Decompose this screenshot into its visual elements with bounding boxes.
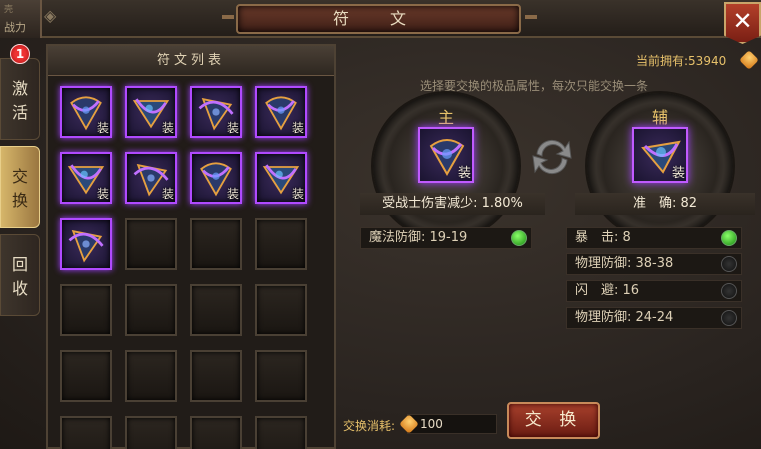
- rune-slot-empty[interactable]: [60, 284, 112, 336]
- equip-tag: 装: [457, 166, 471, 181]
- rune-slot-empty[interactable]: [255, 350, 307, 402]
- equip-tag: 装: [161, 121, 174, 135]
- rune-slot-filled[interactable]: 装: [125, 152, 177, 204]
- equip-tag: 装: [96, 121, 109, 135]
- rune-slot-filled[interactable]: 装: [60, 86, 112, 138]
- title-ornament-right: [525, 15, 537, 19]
- title-plate: 符 文: [236, 4, 521, 34]
- equip-tag: 装: [291, 187, 304, 201]
- tab-label: 战力: [4, 21, 26, 34]
- rune-window: 壳 战力 ◈ 符 文 ✕ 激活 1 交换 回收 符文列表 装装装装装装装装 当前…: [0, 0, 761, 449]
- rune-slot-empty[interactable]: [60, 350, 112, 402]
- main-attr-text: 魔法防御: 19-19: [369, 230, 468, 245]
- tab-recycle-label: 回收: [11, 255, 28, 298]
- equip-tag: 装: [226, 121, 239, 135]
- main-attr-radio[interactable]: [511, 230, 527, 246]
- exchange-button[interactable]: 交 换: [507, 402, 600, 439]
- notification-badge: 1: [10, 44, 30, 64]
- rune-slot-empty[interactable]: [190, 416, 242, 449]
- rune-slot-filled[interactable]: 装: [60, 152, 112, 204]
- rune-slot-empty[interactable]: [190, 350, 242, 402]
- rune-slot-filled[interactable]: 装: [190, 152, 242, 204]
- equip-tag: 装: [96, 187, 109, 201]
- equip-tag: 装: [226, 187, 239, 201]
- rune-slot-empty[interactable]: [60, 416, 112, 449]
- cost-value: 100: [407, 414, 497, 434]
- rune-slot-empty[interactable]: [125, 218, 177, 270]
- combat-power-tab[interactable]: 壳 战力: [0, 0, 42, 38]
- secondary-rune-slot[interactable]: 装: [632, 127, 688, 183]
- secondary-attr-radio[interactable]: [721, 230, 737, 246]
- owned-value: 53940: [688, 54, 727, 68]
- owned-label: 当前拥有:: [636, 54, 689, 68]
- main-label: 主: [438, 108, 455, 127]
- tab-activate[interactable]: 激活: [0, 58, 40, 140]
- rune-slot-filled[interactable]: 装: [190, 86, 242, 138]
- secondary-attr-text: 暴 击: 8: [575, 230, 631, 245]
- close-button[interactable]: ✕: [724, 2, 761, 44]
- secondary-attr-row[interactable]: 物理防御: 38-38: [566, 253, 742, 275]
- secondary-attr-radio[interactable]: [721, 283, 737, 299]
- rune-slot-filled[interactable]: [60, 218, 112, 270]
- rune-slot-empty[interactable]: [125, 350, 177, 402]
- rune-slot-filled[interactable]: 装: [125, 86, 177, 138]
- cost-label: 交换消耗:: [343, 419, 396, 433]
- equip-tag: 装: [161, 187, 174, 201]
- equip-tag: 装: [671, 166, 685, 181]
- secondary-attr-row[interactable]: 闪 避: 16: [566, 280, 742, 302]
- main-rune-attribute: 受战士伤害减少: 1.80%: [360, 193, 545, 215]
- swap-arrows-icon[interactable]: [527, 132, 577, 182]
- gold-gem-icon: [739, 50, 759, 70]
- main-attr-row[interactable]: 魔法防御: 19-19: [360, 227, 532, 249]
- title-ornament-left: [222, 15, 234, 19]
- tab-exchange[interactable]: 交换: [0, 146, 40, 228]
- rune-slot-empty[interactable]: [255, 416, 307, 449]
- title-bar: 壳 战力 ◈ 符 文: [0, 0, 761, 38]
- secondary-attr-text: 闪 避: 16: [575, 283, 640, 298]
- rune-slot-empty[interactable]: [125, 416, 177, 449]
- rune-list-title: 符文列表: [156, 53, 225, 68]
- rune-list-panel: 符文列表 装装装装装装装装: [46, 44, 336, 449]
- rune-slot-empty[interactable]: [255, 218, 307, 270]
- tab-recycle[interactable]: 回收: [0, 234, 40, 316]
- owned-currency: 当前拥有:53940: [636, 52, 726, 69]
- rune-icon: [68, 229, 104, 263]
- page-title: 符 文: [332, 9, 425, 28]
- secondary-label: 辅: [652, 108, 669, 127]
- rune-slot-filled[interactable]: 装: [255, 86, 307, 138]
- secondary-attr-row[interactable]: 物理防御: 24-24: [566, 307, 742, 329]
- rune-slot-empty[interactable]: [255, 284, 307, 336]
- secondary-rune-attribute: 准 确: 82: [575, 193, 755, 215]
- equip-tag: 装: [291, 121, 304, 135]
- secondary-attr-text: 物理防御: 24-24: [575, 310, 674, 325]
- secondary-attr-text: 物理防御: 38-38: [575, 256, 674, 271]
- tab-small-label: 壳: [4, 5, 14, 15]
- secondary-attr-radio[interactable]: [721, 310, 737, 326]
- main-rune-slot[interactable]: 装: [418, 127, 474, 183]
- tab-activate-label: 激活: [11, 79, 28, 122]
- secondary-attr-radio[interactable]: [721, 256, 737, 272]
- rune-slot-empty[interactable]: [190, 284, 242, 336]
- rune-slot-empty[interactable]: [125, 284, 177, 336]
- diamond-ornament-icon: ◈: [44, 6, 57, 25]
- tab-exchange-label: 交换: [11, 167, 28, 210]
- secondary-attr-row[interactable]: 暴 击: 8: [566, 227, 742, 249]
- rune-slot-filled[interactable]: 装: [255, 152, 307, 204]
- rune-slot-empty[interactable]: [190, 218, 242, 270]
- rune-list-header: 符文列表: [48, 46, 334, 76]
